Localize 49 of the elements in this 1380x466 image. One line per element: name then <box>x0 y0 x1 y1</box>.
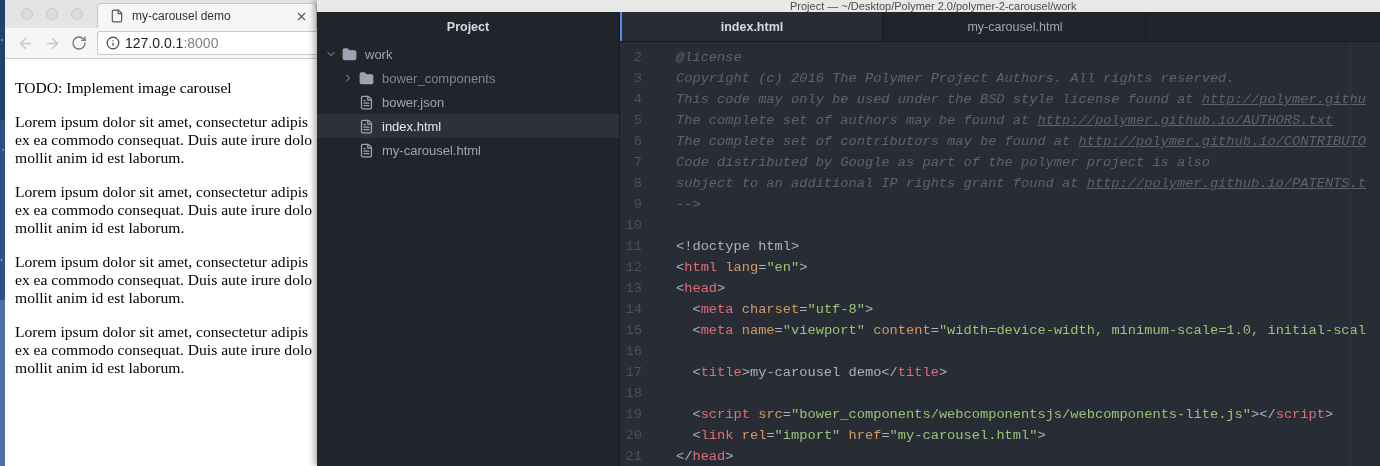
code-line: The complete set of contributors may be found at http://polymer.github.io/CONTRIBUTO <box>676 134 1366 149</box>
link-text: http://polymer.github.io/PATENTS.t <box>1086 176 1366 191</box>
window-control[interactable] <box>71 8 83 20</box>
window-control[interactable] <box>21 8 33 20</box>
code-line: @license <box>676 50 742 65</box>
tree-item[interactable]: bower_components <box>317 66 619 90</box>
link-text: http://polymer.github.io/AUTHORS.txt <box>1037 113 1334 128</box>
tree-item[interactable]: my-carousel.html <box>317 138 619 162</box>
folder-icon <box>359 70 374 86</box>
editor-tab[interactable]: index.html <box>620 12 883 41</box>
code-line: subject to an additional IP rights grant found at http://polymer.github.io/PATENTS.t <box>676 176 1366 191</box>
code-line: <meta name="viewport" content="width=device-width, minimum-scale=1.0, initial-scal <box>691 323 1366 338</box>
info-icon[interactable] <box>106 36 120 50</box>
code-line: This code may only be used under the BSD style license found at http://polymer.githu <box>676 92 1366 107</box>
code-line: </head> <box>676 449 734 464</box>
paragraph: Lorem ipsum dolor sit amet, consectetur adipis ex ea commodo consequat. Duis aute irure dolo mollit anim id est laborum. <box>15 113 314 167</box>
panel-title: Project <box>445 19 491 36</box>
paragraph: Lorem ipsum dolor sit amet, consectetur adipis ex ea commodo consequat. Duis aute irure dolo mollit anim id est laborum. <box>15 183 314 237</box>
reload-icon[interactable] <box>71 35 87 51</box>
code-line: <link rel="import" href="my-carousel.html"> <box>691 428 1046 443</box>
link-text: http://polymer.github.io/CONTRIBUTO <box>1078 134 1366 149</box>
window-control[interactable] <box>46 8 58 20</box>
code-line: <!doctype html> <box>676 239 800 254</box>
code-line: The complete set of authors may be found at http://polymer.github.io/AUTHORS.txt <box>676 113 1334 128</box>
code-line: Code distributed by Google as part of the polymer project is also <box>676 155 1210 170</box>
address-port: :8000 <box>183 35 219 51</box>
page-icon <box>110 9 124 23</box>
paragraph: Lorem ipsum dolor sit amet, consectetur adipis ex ea commodo consequat. Duis aute irure dolo mollit anim id est laborum. <box>15 323 314 377</box>
paragraph: Lorem ipsum dolor sit amet, consectetur adipis ex ea commodo consequat. Duis aute irure dolo mollit anim id est laborum. <box>15 253 314 307</box>
file-icon <box>359 142 374 158</box>
address-field[interactable]: 127.0.0.1:8000 <box>97 31 317 55</box>
address-host: 127.0.0.1 <box>125 35 184 51</box>
page-heading: TODO: Implement image carousel <box>15 79 233 97</box>
code-line: <head> <box>676 281 726 296</box>
code-line: Copyright (c) 2016 The Polymer Project Authors. All rights reserved. <box>676 71 1235 86</box>
browser-tab[interactable]: my-carousel demo <box>97 3 317 28</box>
file-icon <box>359 94 374 110</box>
file-icon <box>359 118 374 134</box>
folder-icon <box>342 46 357 62</box>
code-line: <title>my-carousel demo</title> <box>691 365 948 380</box>
code-line: <script src="bower_components/webcomponentsjs/webcomponents-lite.js"></script> <box>691 407 1334 422</box>
code-line: <html lang="en"> <box>676 260 808 275</box>
window-title: Project — ~/Desktop/Polymer 2.0/polymer-2-carousel/work <box>790 0 1077 12</box>
code-line: --> <box>676 197 701 212</box>
tree-item[interactable]: bower.json <box>317 90 619 114</box>
tree-item[interactable]: index.html <box>317 114 619 138</box>
link-text: http://polymer.githu <box>1201 92 1366 107</box>
code-line: <meta charset="utf-8"> <box>691 302 874 317</box>
tree-item[interactable]: work <box>317 42 619 66</box>
